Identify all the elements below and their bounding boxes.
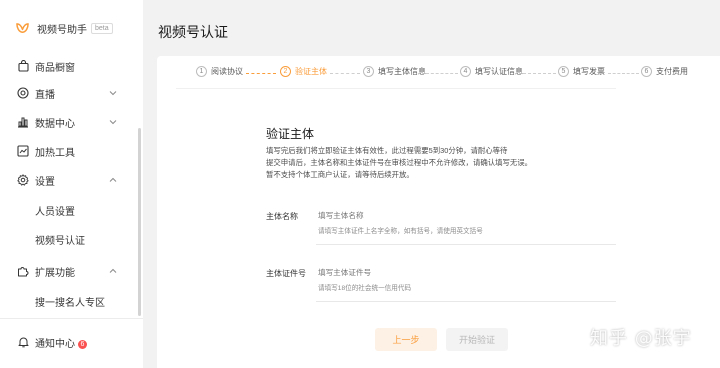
beta-badge: beta — [91, 23, 113, 34]
sidebar-item-channel-verification[interactable]: 视频号认证 — [0, 228, 138, 250]
step-payment: 6 支付费用 — [641, 66, 688, 77]
shopping-bag-icon — [17, 60, 29, 72]
sidebar-item-label: 加热工具 — [35, 147, 75, 159]
notification-count-badge: 6 — [78, 339, 87, 349]
step-label: 填写主体信息 — [378, 67, 426, 76]
section-intro: 填写完后我们将立即验证主体有效性，此过程需要5到30分钟，请耐心等待 提交申请后… — [266, 145, 566, 181]
entity-id-underline — [316, 301, 616, 302]
bell-icon — [17, 336, 29, 348]
chevron-down-icon[interactable] — [109, 118, 117, 126]
sidebar-item-label: 视频号认证 — [35, 235, 85, 247]
sidebar-item-label: 设置 — [35, 176, 55, 188]
entity-name-underline — [316, 244, 616, 245]
step-label: 填写发票 — [573, 67, 605, 76]
sidebar-item-boost-tool[interactable]: 加热工具 — [0, 140, 138, 162]
sidebar: 视频号助手 beta 商品橱窗 直播 数据中心 加热工具 设置 人员设置 视频号… — [0, 0, 143, 368]
watermark: 知乎 @张宇 — [590, 328, 692, 349]
sidebar-item-live[interactable]: 直播 — [0, 82, 138, 104]
step-connector — [246, 73, 276, 74]
sidebar-item-celebrity-zone[interactable]: 搜一搜名人专区 — [0, 290, 138, 312]
sidebar-item-notifications[interactable]: 通知中心 6 — [0, 331, 138, 353]
step-number: 3 — [363, 66, 374, 77]
sidebar-divider — [0, 318, 143, 319]
previous-step-button[interactable]: 上一步 — [375, 328, 437, 351]
sidebar-item-staff-settings[interactable]: 人员设置 — [0, 199, 138, 221]
sidebar-item-label: 通知中心 — [35, 338, 75, 350]
live-icon — [17, 87, 29, 99]
entity-id-hint: 请填写18位的社会统一信用代码 — [318, 285, 412, 292]
trend-icon — [17, 145, 29, 157]
bar-chart-icon — [17, 116, 29, 128]
step-label: 填写认证信息 — [475, 67, 523, 76]
stepper-divider — [176, 88, 616, 89]
intro-line: 暂不支持个体工商户认证，请等待后续开放。 — [266, 170, 414, 179]
step-connector — [330, 73, 360, 74]
step-number: 4 — [460, 66, 471, 77]
chevron-up-icon[interactable] — [109, 267, 117, 275]
step-label: 支付费用 — [656, 67, 688, 76]
step-verify-entity: 2 验证主体 — [280, 66, 327, 77]
step-number: 6 — [641, 66, 652, 77]
sidebar-item-label: 商品橱窗 — [35, 62, 75, 74]
sidebar-scrollbar[interactable] — [138, 128, 141, 316]
sidebar-item-data-center[interactable]: 数据中心 — [0, 111, 138, 133]
butterfly-logo-icon — [16, 23, 29, 33]
intro-line: 提交申请后，主体名称和主体证件号在审核过程中不允许修改，请确认填写无误。 — [266, 158, 533, 167]
page-title: 视频号认证 — [158, 24, 228, 40]
chevron-down-icon[interactable] — [109, 89, 117, 97]
sidebar-item-shop-window[interactable]: 商品橱窗 — [0, 55, 138, 77]
intro-line: 填写完后我们将立即验证主体有效性，此过程需要5到30分钟，请耐心等待 — [266, 146, 508, 155]
sidebar-item-label: 直播 — [35, 89, 55, 101]
notification-label-wrap: 通知中心 6 — [35, 335, 87, 350]
step-entity-info: 3 填写主体信息 — [363, 66, 426, 77]
puzzle-icon — [17, 265, 29, 277]
step-read-agreement: 1 阅读协议 — [196, 66, 243, 77]
step-number: 1 — [196, 66, 207, 77]
sidebar-item-label: 扩展功能 — [35, 267, 75, 279]
entity-id-label: 主体证件号 — [266, 269, 306, 278]
entity-name-input[interactable] — [318, 210, 588, 220]
entity-name-label: 主体名称 — [266, 212, 298, 221]
step-number: 2 — [280, 66, 291, 77]
sidebar-item-label: 人员设置 — [35, 206, 75, 218]
step-label: 验证主体 — [295, 67, 327, 76]
entity-id-input[interactable] — [318, 267, 588, 277]
step-connector — [523, 73, 556, 74]
step-connector — [426, 73, 458, 74]
step-verification-info: 4 填写认证信息 — [460, 66, 523, 77]
sidebar-item-extensions[interactable]: 扩展功能 — [0, 260, 138, 282]
sidebar-item-label: 数据中心 — [35, 118, 75, 130]
start-verification-button[interactable]: 开始验证 — [446, 328, 508, 351]
sidebar-item-label: 搜一搜名人专区 — [35, 297, 105, 309]
app-logo[interactable]: 视频号助手 beta — [16, 21, 113, 36]
sidebar-item-settings[interactable]: 设置 — [0, 169, 138, 191]
stepper: 1 阅读协议 2 验证主体 3 填写主体信息 4 填写认证信息 5 填写发票 6… — [196, 66, 716, 80]
app-name: 视频号助手 — [37, 25, 87, 36]
step-connector — [608, 73, 639, 74]
step-invoice: 5 填写发票 — [558, 66, 605, 77]
step-number: 5 — [558, 66, 569, 77]
section-title: 验证主体 — [266, 127, 315, 141]
entity-name-hint: 请填写主体证件上名字全称，如有括号，请使用英文括号 — [318, 228, 483, 235]
chevron-up-icon[interactable] — [109, 176, 117, 184]
gear-icon — [17, 174, 29, 186]
step-label: 阅读协议 — [211, 67, 243, 76]
